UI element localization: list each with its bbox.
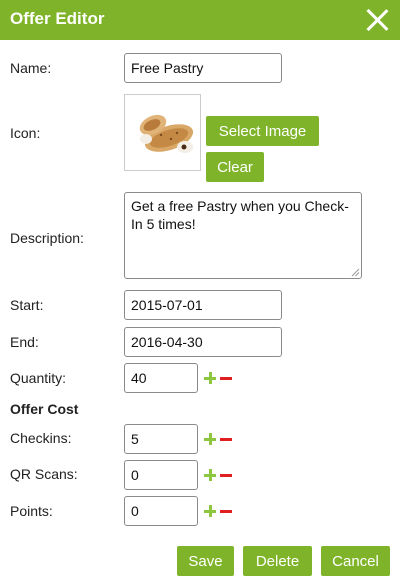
quantity-minus-icon[interactable] [220,372,232,384]
quantity-stepper [198,363,232,393]
pastry-image [139,114,194,153]
description-textarea[interactable]: Get a free Pastry when you Check-In 5 ti… [124,192,362,279]
points-minus-icon[interactable] [220,505,232,517]
end-label: End: [10,334,39,350]
qr-scans-stepper [198,460,232,490]
quantity-input[interactable] [124,363,198,393]
start-date-input[interactable] [124,290,282,320]
points-label: Points: [10,503,53,519]
qr-scans-minus-icon[interactable] [220,469,232,481]
close-icon[interactable] [364,7,390,33]
end-date-input[interactable] [124,327,282,357]
cancel-button[interactable]: Cancel [321,546,390,576]
offer-cost-heading: Offer Cost [10,401,79,417]
checkins-input[interactable] [124,424,198,454]
points-stepper [198,496,232,526]
icon-label: Icon: [10,125,41,141]
clear-image-button[interactable]: Clear [206,152,264,182]
description-label: Description: [10,230,84,246]
checkins-minus-icon[interactable] [220,433,232,445]
dialog-titlebar: Offer Editor [0,0,400,40]
delete-button[interactable]: Delete [243,546,312,576]
save-button[interactable]: Save [177,546,234,576]
quantity-plus-icon[interactable] [204,372,216,384]
dialog-title: Offer Editor [10,9,105,28]
qr-scans-plus-icon[interactable] [204,469,216,481]
points-plus-icon[interactable] [204,505,216,517]
name-label: Name: [10,60,52,76]
offer-icon-preview [124,94,201,171]
start-label: Start: [10,297,44,313]
select-image-button[interactable]: Select Image [206,116,319,146]
qr-scans-label: QR Scans: [10,466,78,482]
name-input[interactable] [124,53,282,83]
checkins-label: Checkins: [10,430,72,446]
checkins-stepper [198,424,232,454]
qr-scans-input[interactable] [124,460,198,490]
quantity-label: Quantity: [10,370,67,386]
points-input[interactable] [124,496,198,526]
checkins-plus-icon[interactable] [204,433,216,445]
